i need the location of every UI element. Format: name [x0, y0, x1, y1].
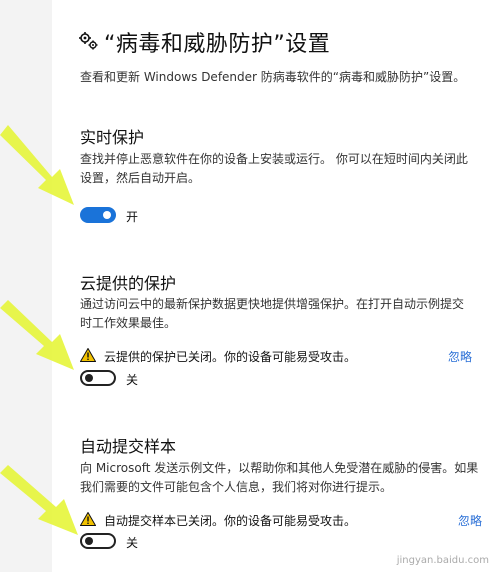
- realtime-toggle-state: 开: [126, 210, 139, 224]
- section-description-realtime: 查找并停止恶意软件在你的设备上安装或运行。 你可以在短时间内关闭此 设置，然后自…: [80, 150, 480, 188]
- cloud-toggle-state: 关: [126, 373, 139, 387]
- section-heading-cloud: 云提供的保护: [80, 274, 177, 293]
- sample-toggle-state: 关: [126, 536, 139, 550]
- toggle-knob: [85, 537, 93, 545]
- toggle-knob: [85, 374, 93, 382]
- section-heading-realtime: 实时保护: [80, 128, 145, 147]
- section-description-sample: 向 Microsoft 发送示例文件，以帮助你和其他人免受潜在威胁的侵害。如果 …: [80, 459, 490, 497]
- watermark: jingyan.baidu.com: [396, 555, 489, 566]
- section-description-cloud: 通过访问云中的最新保护数据更快地提供增强保护。在打开自动示例提交 时工作效果最佳…: [80, 295, 490, 333]
- cloud-warning-text: 云提供的保护已关闭。你的设备可能易受攻击。: [104, 350, 357, 364]
- toggle-knob: [103, 211, 111, 219]
- sample-ignore-link[interactable]: 忽略: [458, 512, 482, 529]
- sample-submission-toggle[interactable]: [80, 533, 116, 549]
- page-title: “病毒和威胁防护”设置: [104, 32, 331, 57]
- settings-page: “病毒和威胁防护”设置 查看和更新 Windows Defender 防病毒软件…: [0, 0, 499, 572]
- annotation-arrow: [0, 125, 74, 205]
- description-line: 时工作效果最佳。: [80, 316, 177, 330]
- sample-warning-text: 自动提交样本已关闭。你的设备可能易受攻击。: [104, 514, 357, 528]
- warning-icon: [80, 348, 96, 362]
- description-line: 查找并停止恶意软件在你的设备上安装或运行。 你可以在短时间内关闭此: [80, 152, 468, 166]
- annotation-arrow: [0, 300, 74, 370]
- cloud-protection-toggle[interactable]: [80, 370, 116, 386]
- section-heading-sample: 自动提交样本: [80, 437, 177, 456]
- description-line: 我们需要的文件可能包含个人信息，我们将对你进行提示。: [80, 480, 393, 494]
- cloud-ignore-link[interactable]: 忽略: [448, 348, 472, 365]
- gear-icon: [79, 32, 98, 50]
- page-description: 查看和更新 Windows Defender 防病毒软件的“病毒和威胁防护”设置…: [80, 70, 466, 84]
- description-line: 设置，然后自动开启。: [80, 171, 201, 185]
- description-line: 通过访问云中的最新保护数据更快地提供增强保护。在打开自动示例提交: [80, 297, 465, 311]
- realtime-protection-toggle[interactable]: [80, 207, 116, 223]
- description-line: 向 Microsoft 发送示例文件，以帮助你和其他人免受潜在威胁的侵害。如果: [80, 461, 479, 475]
- annotation-arrow: [0, 465, 78, 535]
